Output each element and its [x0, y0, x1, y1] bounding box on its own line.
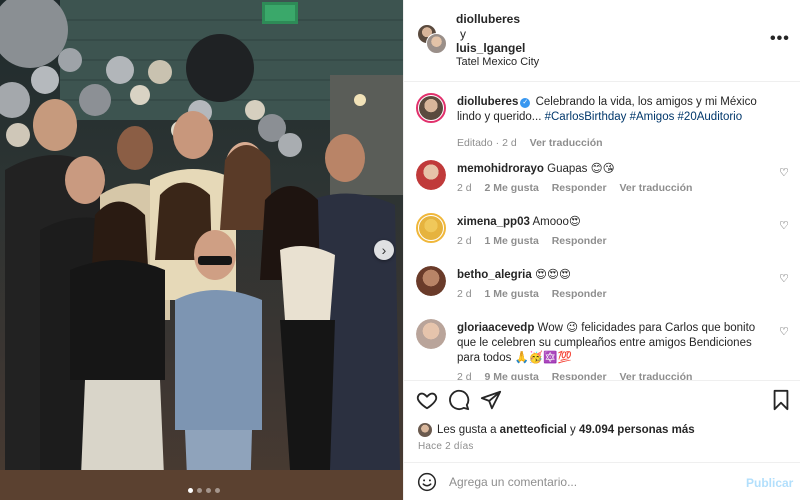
carousel-dot [215, 488, 220, 493]
verified-badge-icon: ✓ [520, 98, 531, 108]
comment-username[interactable]: betho_alegria [457, 269, 532, 281]
author-username[interactable]: diolluberes [456, 12, 520, 26]
carousel-indicator [188, 488, 220, 493]
reply-button[interactable]: Responder [552, 288, 607, 300]
comment-likes[interactable]: 2 Me gusta [485, 182, 539, 194]
next-photo-button[interactable]: › [374, 240, 394, 260]
liker-username[interactable]: anetteoficial [500, 424, 567, 436]
likes-prefix: Les gusta a [437, 424, 497, 436]
likes-middle: y [569, 424, 576, 436]
like-comment-heart-icon[interactable]: ♡ [779, 219, 789, 232]
comments-list[interactable]: diolluberes ✓ Celebrando la vida, los ami… [404, 83, 800, 380]
publish-button[interactable]: Publicar [746, 476, 793, 490]
edited-label: Editado [457, 137, 493, 149]
translate-link[interactable]: Ver traducción [619, 371, 692, 380]
avatar[interactable] [416, 319, 446, 349]
comment-age: 2 d [457, 288, 472, 300]
like-comment-heart-icon[interactable]: ♡ [779, 166, 789, 179]
carousel-dot [197, 488, 202, 493]
comment-meta: 2 d 1 Me gusta Responder [457, 288, 617, 300]
comment-username[interactable]: ximena_pp03 [457, 216, 530, 228]
emoji-icon[interactable] [417, 472, 437, 492]
comment-body: Guapas 😊😘 [547, 163, 615, 175]
heart-icon[interactable] [416, 389, 438, 411]
add-comment-bar: Publicar [404, 462, 800, 500]
comment-text: memohidrorayo Guapas 😊😘 [457, 162, 762, 177]
dot-separator: · [495, 137, 500, 149]
like-comment-heart-icon[interactable]: ♡ [779, 325, 789, 338]
comment-text: gloriaacevedp Wow 😉 felicidades para Car… [457, 321, 762, 366]
avatar [426, 33, 447, 54]
post-details-panel: diolluberes y luis_lgangel Tatel Mexico … [403, 0, 800, 500]
carousel-dot [206, 488, 211, 493]
comment-body: Amooo😍 [532, 216, 581, 228]
comment-meta: 2 d 1 Me gusta Responder [457, 235, 617, 247]
comment-username[interactable]: gloriaacevedp [457, 322, 534, 334]
likes-count[interactable]: 49.094 personas más [579, 424, 695, 436]
caption-username[interactable]: diolluberes [457, 96, 518, 108]
group-photo-illustration [0, 0, 403, 500]
liker-avatar[interactable] [418, 423, 432, 437]
comment-likes[interactable]: 9 Me gusta [485, 371, 539, 380]
collab-conjunction: y [460, 27, 466, 41]
post-actions: Les gusta a anetteoficial y 49.094 perso… [404, 380, 800, 462]
comment-age: 2 d [457, 182, 472, 194]
avatar[interactable] [416, 160, 446, 190]
comment-likes[interactable]: 1 Me gusta [485, 288, 539, 300]
reply-button[interactable]: Responder [552, 371, 607, 380]
chevron-right-icon: › [381, 242, 387, 258]
comment-age: 2 d [457, 235, 472, 247]
like-comment-heart-icon[interactable]: ♡ [779, 272, 789, 285]
comment-meta: 2 d 2 Me gusta Responder Ver traducción [457, 182, 702, 194]
comment-text: ximena_pp03 Amooo😍 [457, 215, 762, 230]
avatar[interactable] [416, 93, 446, 123]
likes-summary[interactable]: Les gusta a anetteoficial y 49.094 perso… [437, 424, 695, 436]
collab-avatars[interactable] [417, 24, 447, 54]
translate-link[interactable]: Ver traducción [530, 137, 603, 149]
reply-button[interactable]: Responder [552, 182, 607, 194]
send-icon[interactable] [480, 389, 502, 411]
caption-hashtags[interactable]: #CarlosBirthday #Amigos #20Auditorio [545, 111, 743, 123]
collaborator-username[interactable]: luis_lgangel [456, 41, 525, 55]
comment-username[interactable]: memohidrorayo [457, 163, 544, 175]
comment-icon[interactable] [448, 389, 470, 411]
caption-age: 2 d [502, 137, 517, 149]
caption-meta: Editado · 2 d Ver traducción [457, 137, 613, 149]
comment-text: betho_alegria 😍😍😍 [457, 268, 762, 283]
post-timestamp[interactable]: Hace 2 días [418, 441, 474, 452]
location-link[interactable]: Tatel Mexico City [456, 56, 539, 68]
translate-link[interactable]: Ver traducción [619, 182, 692, 194]
comment-body: 😍😍😍 [534, 269, 571, 281]
avatar[interactable] [416, 213, 446, 243]
comment-likes[interactable]: 1 Me gusta [485, 235, 539, 247]
reply-button[interactable]: Responder [552, 235, 607, 247]
bookmark-icon[interactable] [770, 389, 792, 411]
post-photo[interactable]: › [0, 0, 403, 500]
carousel-dot [188, 488, 193, 493]
more-options-icon[interactable]: ••• [770, 30, 790, 48]
comment-meta: 2 d 9 Me gusta Responder Ver traducción [457, 371, 702, 380]
caption-text: diolluberes ✓ Celebrando la vida, los ami… [457, 95, 762, 125]
avatar[interactable] [416, 266, 446, 296]
comment-age: 2 d [457, 371, 472, 380]
post-header: diolluberes y luis_lgangel Tatel Mexico … [404, 0, 800, 82]
comment-input[interactable] [449, 472, 739, 492]
